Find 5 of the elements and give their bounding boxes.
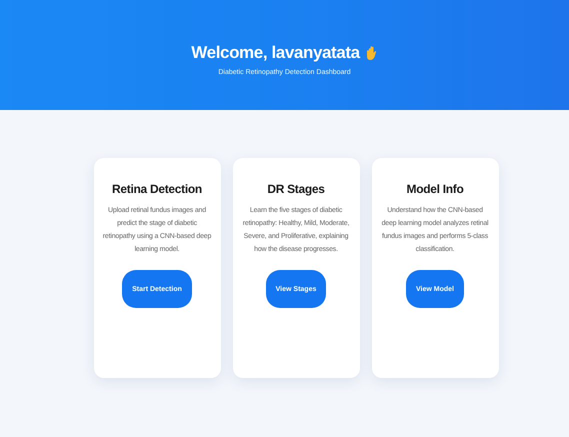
card-title: DR Stages: [267, 182, 325, 196]
welcome-title: Welcome, lavanyatata: [191, 42, 360, 62]
card-title: Model Info: [406, 182, 464, 196]
waving-hand-icon: [366, 44, 378, 60]
card-title: Retina Detection: [112, 182, 202, 196]
